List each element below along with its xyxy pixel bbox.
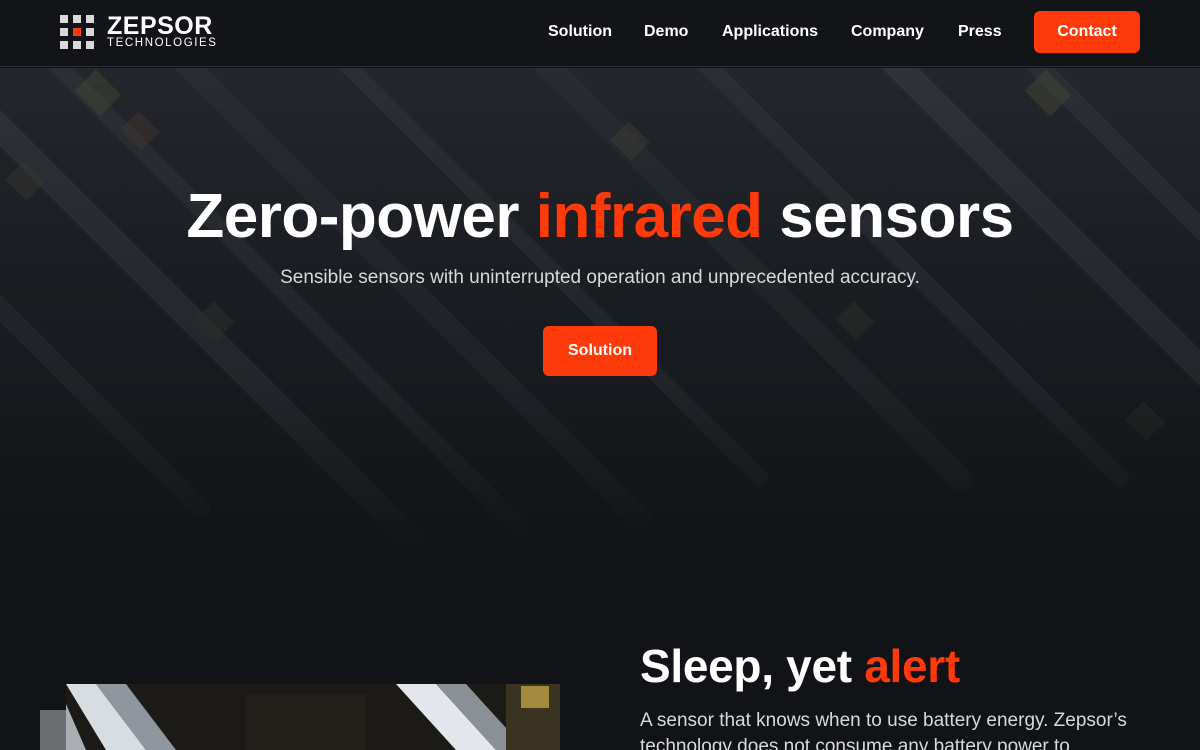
top-navigation: ZEPSOR TECHNOLOGIES Solution Demo Applic… xyxy=(0,0,1200,67)
nav-applications[interactable]: Applications xyxy=(722,23,818,41)
hero-solution-button[interactable]: Solution xyxy=(543,326,657,376)
hero-title-part1: Zero-power xyxy=(186,182,536,251)
hero-section: Zero-power infrared sensors Sensible sen… xyxy=(0,68,1200,550)
sensor-chip-image xyxy=(66,684,560,750)
feature-title-part1: Sleep, yet xyxy=(640,640,865,692)
feature-description: A sensor that knows when to use battery … xyxy=(640,710,1127,750)
nav-company[interactable]: Company xyxy=(851,23,924,41)
nav-press[interactable]: Press xyxy=(958,23,1002,41)
hero-title: Zero-power infrared sensors xyxy=(0,181,1200,253)
nav-solution[interactable]: Solution xyxy=(548,23,612,41)
circuit-background-image xyxy=(0,68,1200,550)
feature-title-accent: alert xyxy=(864,640,960,692)
hero-title-part2: sensors xyxy=(762,182,1014,251)
contact-button[interactable]: Contact xyxy=(1034,11,1140,53)
nav-demo[interactable]: Demo xyxy=(644,23,688,41)
main-menu: Solution Demo Applications Company Press… xyxy=(0,0,1200,67)
hero-subtitle: Sensible sensors with uninterrupted oper… xyxy=(280,267,920,288)
hero-title-accent: infrared xyxy=(535,182,763,251)
feature-title: Sleep, yet alert xyxy=(640,640,960,692)
